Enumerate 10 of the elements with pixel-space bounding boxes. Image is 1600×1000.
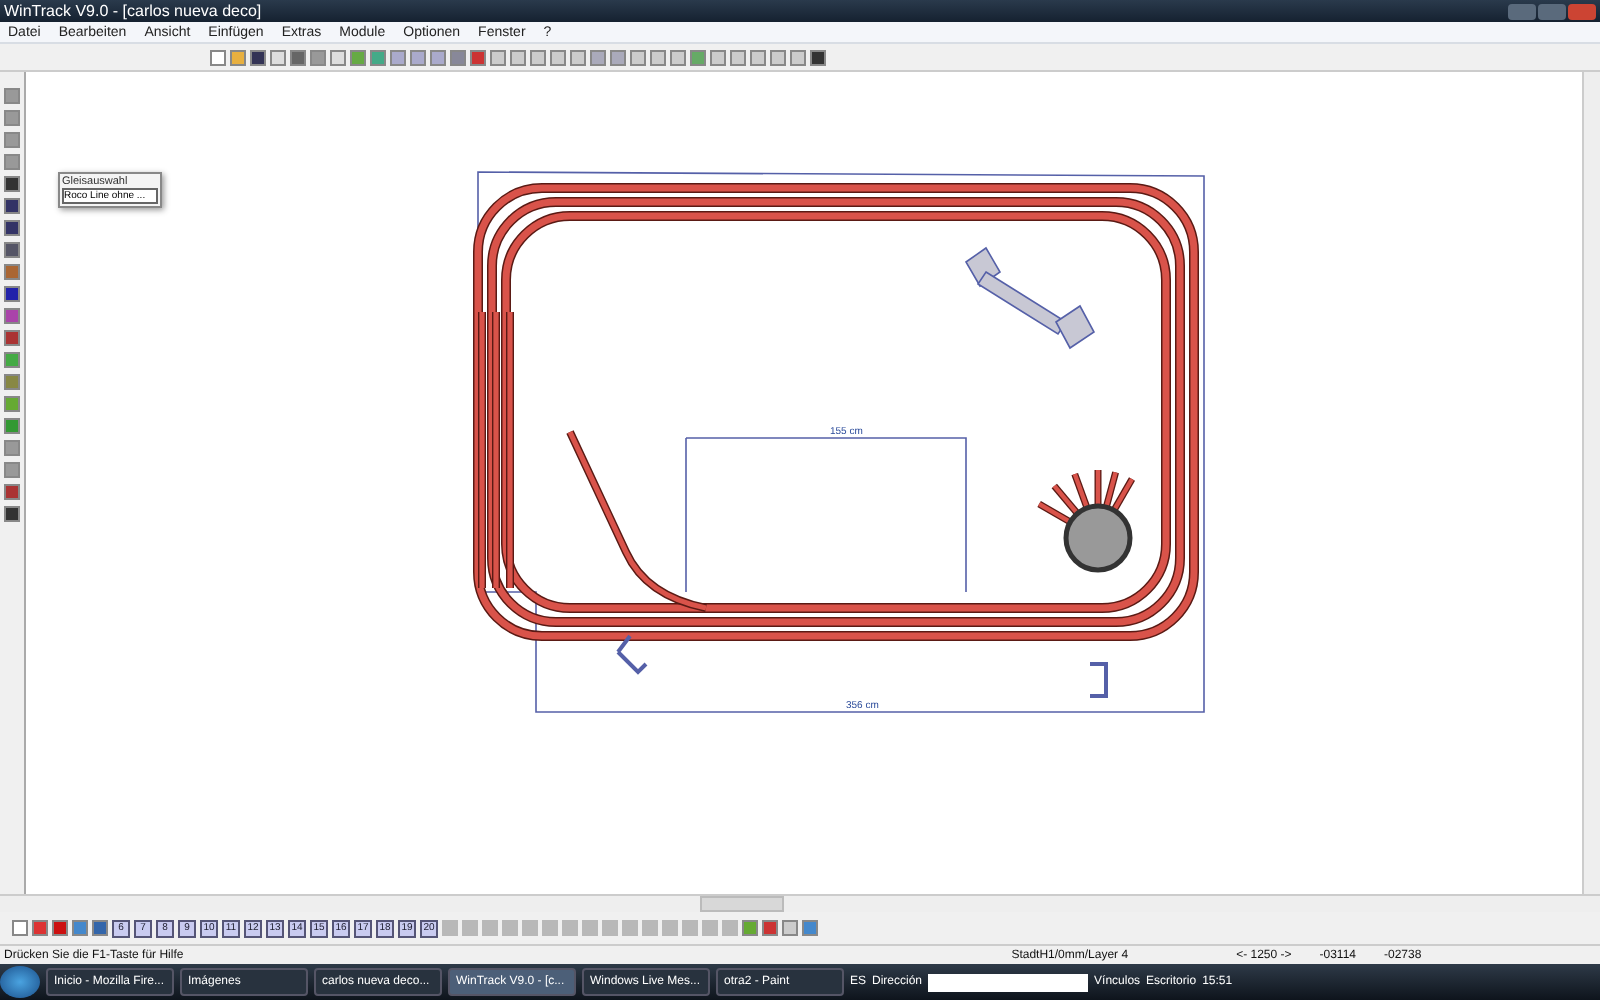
structure-icon	[616, 634, 648, 675]
close-button[interactable]	[1568, 3, 1596, 19]
start-button[interactable]	[0, 966, 40, 998]
minimize-button[interactable]	[1508, 3, 1536, 19]
scrollbar-thumb[interactable]	[700, 896, 784, 912]
address-field[interactable]	[928, 973, 1089, 991]
window-title: WinTrack V9.0 - [carlos nueva deco]	[4, 2, 262, 20]
structure-icon	[1090, 662, 1108, 698]
building-drawing	[964, 246, 1096, 350]
maximize-button[interactable]	[1538, 3, 1566, 19]
